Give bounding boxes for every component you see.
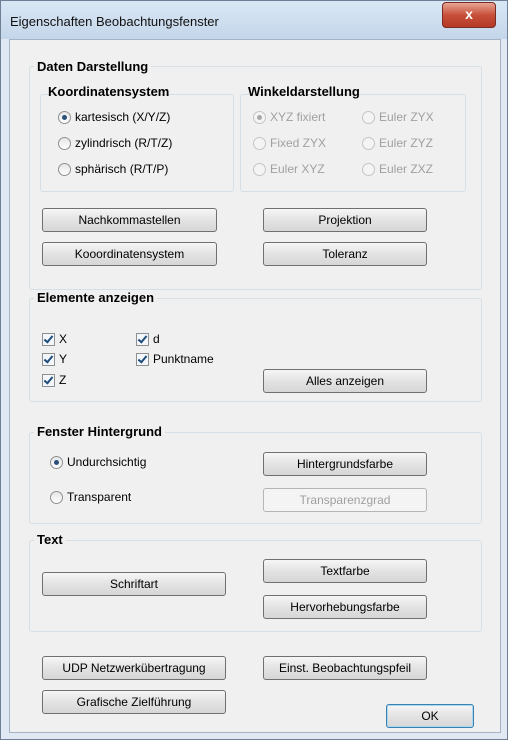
check-y-label: Y (59, 352, 68, 366)
hintergrundsfarbe-button[interactable]: Hintergrundsfarbe (263, 452, 427, 476)
elemente-anzeigen-label: Elemente anzeigen (34, 290, 158, 305)
textfarbe-button[interactable]: Textfarbe (263, 559, 427, 583)
radio-transparent-indicator (50, 491, 63, 504)
radio-sphaerisch-indicator (58, 163, 71, 176)
radio-euler-zyz-indicator (362, 137, 375, 150)
radio-euler-zyz-label: Euler ZYZ (379, 136, 434, 150)
radio-kartesisch-indicator (58, 111, 71, 124)
winkeldarstellung-label: Winkeldarstellung (248, 84, 360, 99)
alles-anzeigen-button[interactable]: Alles anzeigen (263, 369, 427, 393)
text-group-label: Text (34, 532, 66, 547)
radio-euler-zyx-indicator (362, 111, 375, 124)
radio-sphaerisch-label: sphärisch (R/T/P) (75, 162, 169, 176)
radio-euler-xyz-indicator (253, 163, 266, 176)
daten-darstellung-label: Daten Darstellung (34, 59, 152, 74)
close-button[interactable]: x (442, 2, 496, 28)
einst-beobachtungspfeil-button[interactable]: Einst. Beobachtungspfeil (263, 656, 427, 680)
check-d-label: d (153, 332, 160, 346)
check-d-box (136, 333, 149, 346)
radio-euler-zxz-label: Euler ZXZ (379, 162, 434, 176)
nachkommastellen-button[interactable]: Nachkommastellen (42, 208, 217, 232)
radio-euler-xyz-label: Euler XYZ (270, 162, 325, 176)
radio-zylindrisch-label: zylindrisch (R/T/Z) (75, 136, 173, 150)
check-x-label: X (59, 332, 68, 346)
grafische-zielfuehrung-button[interactable]: Grafische Zielführung (42, 690, 226, 714)
fenster-hintergrund-label: Fenster Hintergrund (34, 424, 165, 439)
check-x-box (42, 333, 55, 346)
radio-xyz-fixiert-indicator (253, 111, 266, 124)
koordinatensystem-label: Koordinatensystem (48, 84, 170, 99)
ok-button[interactable]: OK (386, 704, 474, 728)
radio-transparent-label: Transparent (67, 490, 132, 504)
check-y-box (42, 353, 55, 366)
close-icon: x (465, 6, 473, 22)
check-punktname-label: Punktname (153, 352, 214, 366)
projektion-button[interactable]: Projektion (263, 208, 427, 232)
radio-fixed-zyx-label: Fixed ZYX (270, 136, 327, 150)
radio-undurchsichtig-indicator (50, 456, 63, 469)
check-z-box (42, 374, 55, 387)
check-punktname-box (136, 353, 149, 366)
transparenzgrad-button[interactable]: Transparenzgrad (263, 488, 427, 512)
title-bar[interactable]: Eigenschaften Beobachtungsfenster x (1, 1, 507, 39)
radio-xyz-fixiert-label: XYZ fixiert (270, 110, 326, 124)
udp-netzwerkuebertragung-button[interactable]: UDP Netzwerkübertragung (42, 656, 226, 680)
toleranz-button[interactable]: Toleranz (263, 242, 427, 266)
radio-kartesisch-label: kartesisch (X/Y/Z) (75, 110, 171, 124)
dialog-window: Eigenschaften Beobachtungsfenster x Date… (0, 0, 508, 740)
window-title: Eigenschaften Beobachtungsfenster (10, 14, 219, 29)
hervorhebungsfarbe-button[interactable]: Hervorhebungsfarbe (263, 595, 427, 619)
dialog-client-area: Daten Darstellung Koordinatensystem kart… (9, 39, 501, 733)
radio-fixed-zyx-indicator (253, 137, 266, 150)
radio-euler-zxz-indicator (362, 163, 375, 176)
koordinatensystem-button[interactable]: Kooordinatensystem (42, 242, 217, 266)
radio-euler-zyx-label: Euler ZYX (379, 110, 434, 124)
radio-undurchsichtig-label: Undurchsichtig (67, 455, 147, 469)
radio-zylindrisch-indicator (58, 137, 71, 150)
schriftart-button[interactable]: Schriftart (42, 572, 226, 596)
check-z-label: Z (59, 373, 67, 387)
